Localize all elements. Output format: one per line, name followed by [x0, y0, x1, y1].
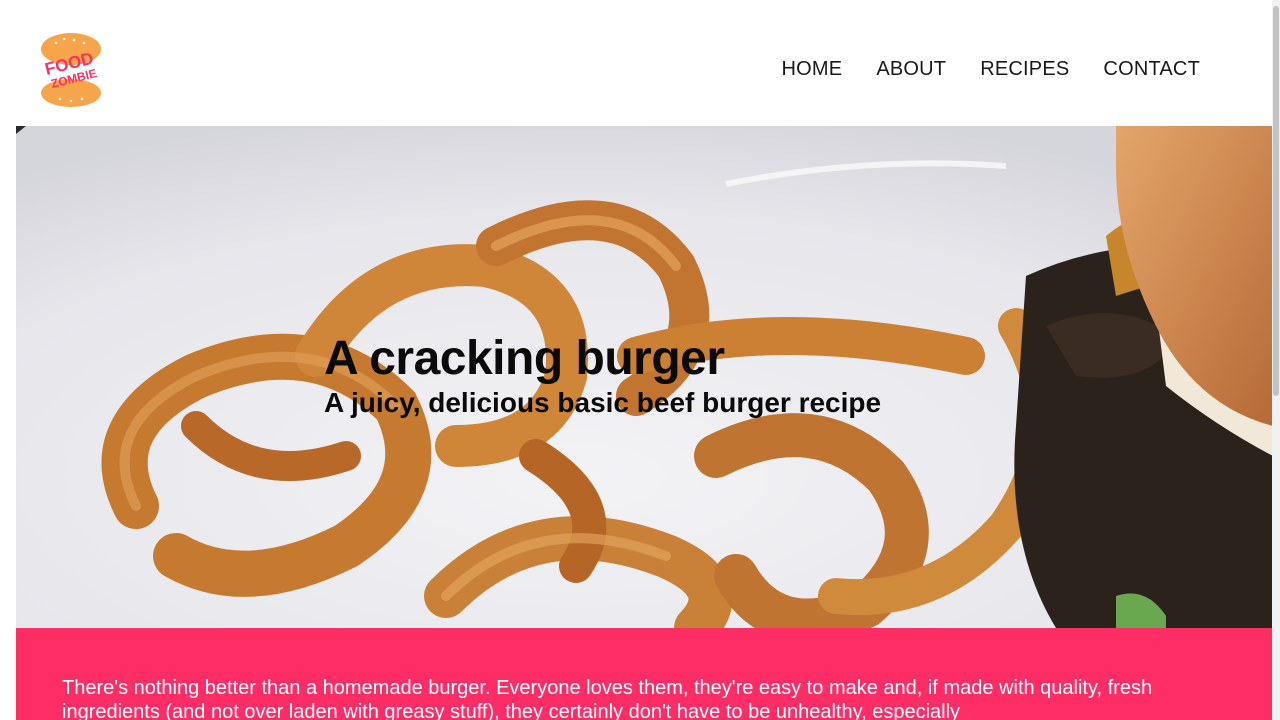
nav-home-link[interactable]: HOME — [782, 58, 843, 81]
nav-recipes-link[interactable]: RECIPES — [980, 58, 1069, 81]
scrollbar-thumb[interactable] — [1273, 6, 1279, 396]
intro-section: There's nothing better than a homemade b… — [16, 628, 1273, 720]
intro-paragraph: There's nothing better than a homemade b… — [62, 677, 1153, 720]
hero-banner: A cracking burger A juicy, delicious bas… — [16, 126, 1273, 628]
hero-subtitle: A juicy, delicious basic beef burger rec… — [324, 387, 882, 418]
nav-about-link[interactable]: ABOUT — [876, 58, 946, 81]
nav-contact-link[interactable]: CONTACT — [1103, 58, 1200, 81]
site-header: FOOD ZOMBIE HOME ABOUT RECIPES CONTACT — [0, 0, 1272, 126]
hero-title: A cracking burger — [324, 332, 725, 385]
hero-heading-group: A cracking burger A juicy, delicious bas… — [324, 331, 881, 419]
food-zombie-logo[interactable]: FOOD ZOMBIE — [34, 31, 108, 109]
page-scrollbar[interactable] — [1272, 0, 1280, 720]
main-nav: HOME ABOUT RECIPES CONTACT — [782, 58, 1201, 81]
logo-icon: FOOD ZOMBIE — [41, 33, 101, 107]
